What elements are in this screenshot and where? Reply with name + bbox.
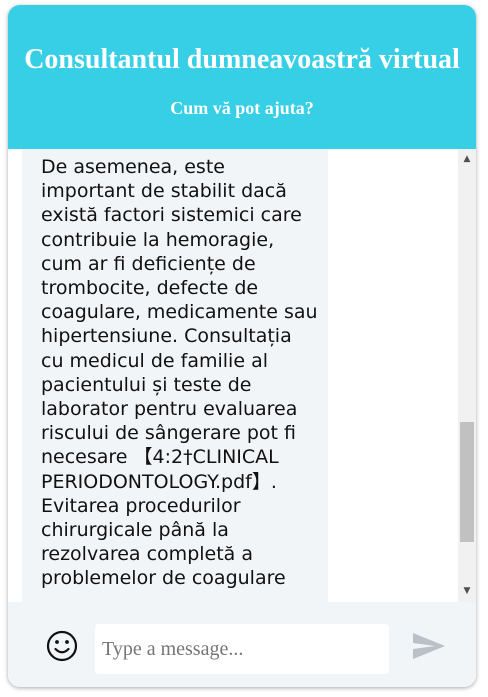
message-composer xyxy=(8,602,476,687)
bot-message-text: De asemenea, este important de stabilit … xyxy=(41,156,318,590)
scroll-down-arrow-icon[interactable]: ▼ xyxy=(458,583,476,600)
message-list[interactable]: De asemenea, este important de stabilit … xyxy=(8,149,458,602)
scrollbar-thumb[interactable] xyxy=(460,422,474,542)
chat-widget: Consultantul dumneavoastră virtual Cum v… xyxy=(8,5,476,687)
bot-message-bubble: De asemenea, este important de stabilit … xyxy=(22,149,328,602)
message-input[interactable] xyxy=(95,624,389,674)
scroll-up-arrow-icon[interactable]: ▲ xyxy=(458,151,476,168)
paper-plane-send-icon xyxy=(413,633,445,659)
smiley-face-icon xyxy=(46,630,78,662)
send-button[interactable] xyxy=(411,631,447,661)
chat-title: Consultantul dumneavoastră virtual xyxy=(24,44,460,75)
emoji-button[interactable] xyxy=(45,629,79,663)
chat-header: Consultantul dumneavoastră virtual Cum v… xyxy=(8,5,476,149)
chat-subtitle: Cum vă pot ajuta? xyxy=(170,98,314,118)
message-list-scrollbar[interactable]: ▲ ▼ xyxy=(458,149,476,602)
